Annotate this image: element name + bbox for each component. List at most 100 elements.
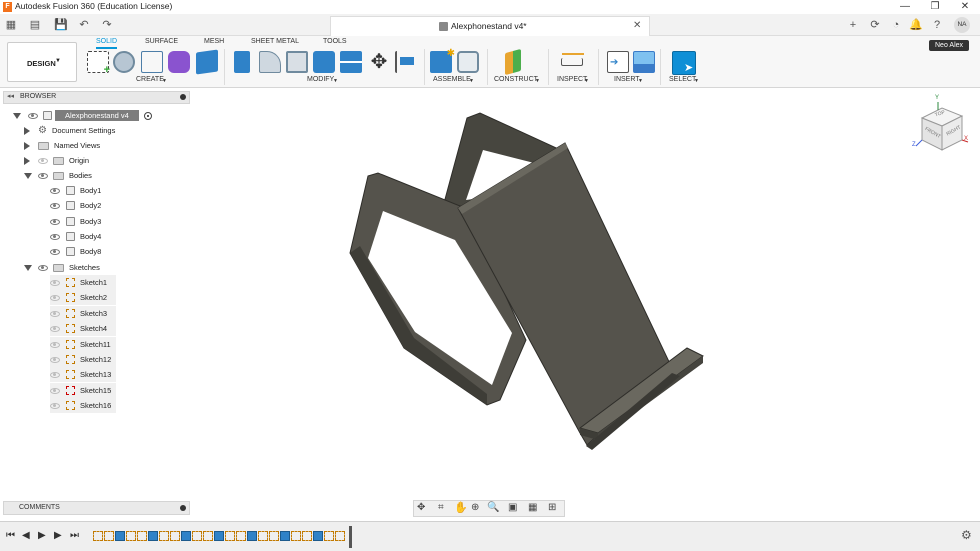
insert-derive-icon[interactable]: ➔ <box>607 51 629 73</box>
minimize-button[interactable]: — <box>890 0 920 14</box>
look-at-icon[interactable]: ⌗ <box>438 502 444 513</box>
axis-x-label: X <box>964 136 969 142</box>
sketch-rectangle-icon[interactable] <box>141 51 163 73</box>
timeline-feature-icon[interactable] <box>280 531 290 541</box>
workspace-selector[interactable]: DESIGN ▼ <box>7 42 77 82</box>
close-button[interactable]: ✕ <box>950 0 980 14</box>
select-icon[interactable]: ➤ <box>672 51 696 75</box>
timeline-feature-icon[interactable] <box>269 531 279 541</box>
fillet-icon[interactable] <box>259 51 281 73</box>
viewcube[interactable]: TOP FRONT RIGHT Y Z X <box>910 95 970 158</box>
timeline-end-icon[interactable]: ⏭ <box>70 530 79 541</box>
axis-y-label: Y <box>935 95 940 101</box>
undo-icon[interactable]: ↶ <box>77 18 91 32</box>
timeline-feature-icon[interactable] <box>225 531 235 541</box>
timeline-play-icon[interactable]: ▶ <box>38 530 46 541</box>
tab-solid[interactable]: SOLID <box>96 38 118 49</box>
help-icon[interactable]: ? <box>930 18 944 32</box>
grid-settings-icon[interactable]: ▦ <box>528 502 537 513</box>
timeline-next-icon[interactable]: ▶ <box>54 530 62 541</box>
new-component-icon[interactable]: ✱ <box>430 48 455 73</box>
timeline-feature-icon[interactable] <box>258 531 268 541</box>
align-icon[interactable] <box>395 51 417 73</box>
comments-pin-icon[interactable] <box>180 505 186 511</box>
timeline-feature-icon[interactable] <box>302 531 312 541</box>
app-logo-icon: F <box>3 2 12 12</box>
construct-chevron-icon: ▼ <box>535 78 540 84</box>
tab-tools[interactable]: TOOLS <box>323 38 347 45</box>
inspect-menu[interactable]: INSPECT <box>557 76 587 83</box>
chevron-down-icon: ▼ <box>55 58 61 64</box>
combine-icon[interactable] <box>313 51 335 73</box>
display-settings-icon[interactable]: ▣ <box>508 502 517 513</box>
extrude-icon[interactable] <box>113 51 135 73</box>
window-title: Autodesk Fusion 360 (Education License) <box>15 1 173 11</box>
timeline-marker[interactable] <box>349 526 352 548</box>
timeline-feature-icon[interactable] <box>236 531 246 541</box>
phone-stand-model[interactable] <box>349 112 704 450</box>
timeline-feature-icon[interactable] <box>181 531 191 541</box>
timeline-feature-icon[interactable] <box>115 531 125 541</box>
timeline-settings-icon[interactable]: ⚙ <box>961 528 972 542</box>
maximize-button[interactable]: ❐ <box>920 0 950 14</box>
redo-icon[interactable]: ↷ <box>100 18 114 32</box>
model-viewport[interactable] <box>0 88 980 521</box>
file-menu-icon[interactable]: ▤ <box>28 18 42 32</box>
create-menu[interactable]: CREATE <box>136 76 164 83</box>
close-tab-icon[interactable]: ✕ <box>633 20 641 31</box>
timeline-feature-icon[interactable] <box>291 531 301 541</box>
canvas[interactable]: ◂◂ BROWSER Alexphonestand v4 ⚙ Document … <box>0 88 980 521</box>
extensions-icon[interactable]: ⟳ <box>868 18 882 32</box>
comments-panel[interactable]: COMMENTS <box>3 501 190 515</box>
timeline-feature-icon[interactable] <box>137 531 147 541</box>
save-icon[interactable]: 💾 <box>54 18 68 32</box>
offset-plane-icon[interactable] <box>505 48 521 76</box>
insert-menu[interactable]: INSERT <box>614 76 640 83</box>
timeline-feature-icon[interactable] <box>214 531 224 541</box>
measure-icon[interactable] <box>561 53 584 66</box>
timeline-feature-icon[interactable] <box>93 531 103 541</box>
user-avatar[interactable]: NA <box>954 17 970 33</box>
job-status-icon[interactable]: ◔ <box>889 18 903 32</box>
joint-icon[interactable] <box>457 51 479 73</box>
timeline-feature-icon[interactable] <box>192 531 202 541</box>
insert-canvas-icon[interactable] <box>633 51 655 73</box>
tab-surface[interactable]: SURFACE <box>145 38 178 45</box>
construct-menu[interactable]: CONSTRUCT <box>494 76 538 83</box>
timeline-feature-icon[interactable] <box>159 531 169 541</box>
new-tab-icon[interactable]: + <box>846 18 860 32</box>
move-icon[interactable]: ✥ <box>368 51 390 73</box>
zoom-window-icon[interactable]: 🔍 <box>487 502 499 513</box>
timeline-feature-icon[interactable] <box>203 531 213 541</box>
tab-mesh[interactable]: MESH <box>204 38 224 45</box>
inspect-chevron-icon: ▼ <box>584 78 589 84</box>
viewports-icon[interactable]: ⊞ <box>548 502 556 513</box>
orbit-icon[interactable]: ✥ <box>417 502 425 513</box>
modify-menu[interactable]: MODIFY <box>307 76 334 83</box>
create-sketch-icon[interactable]: + <box>87 51 110 76</box>
box-icon[interactable] <box>196 49 218 75</box>
timeline-feature-icon[interactable] <box>324 531 334 541</box>
timeline-feature-icon[interactable] <box>126 531 136 541</box>
assemble-menu[interactable]: ASSEMBLE <box>433 76 471 83</box>
user-name[interactable]: Neo Alex <box>929 40 970 51</box>
timeline-feature-icon[interactable] <box>170 531 180 541</box>
app-grid-icon[interactable]: ▦ <box>4 18 18 32</box>
timeline-start-icon[interactable]: ⏮ <box>6 530 15 541</box>
timeline-feature-icon[interactable] <box>247 531 257 541</box>
notifications-icon[interactable]: 🔔 <box>909 18 923 32</box>
timeline-feature-icon[interactable] <box>148 531 158 541</box>
timeline-feature-icon[interactable] <box>313 531 323 541</box>
zoom-icon[interactable]: ⊕ <box>471 502 479 513</box>
timeline-feature-icon[interactable] <box>104 531 114 541</box>
select-menu[interactable]: SELECT <box>669 76 696 83</box>
press-pull-icon[interactable] <box>234 51 250 73</box>
shell-icon[interactable] <box>286 51 308 73</box>
pan-icon[interactable]: ✋ <box>454 501 468 514</box>
timeline-prev-icon[interactable]: ◀ <box>22 530 30 541</box>
split-body-icon[interactable] <box>340 51 362 73</box>
tab-sheet-metal[interactable]: SHEET METAL <box>251 38 299 45</box>
form-icon[interactable] <box>168 51 190 73</box>
timeline-feature-icon[interactable] <box>335 531 345 541</box>
document-tab[interactable]: Alexphonestand v4* ✕ <box>330 16 650 36</box>
